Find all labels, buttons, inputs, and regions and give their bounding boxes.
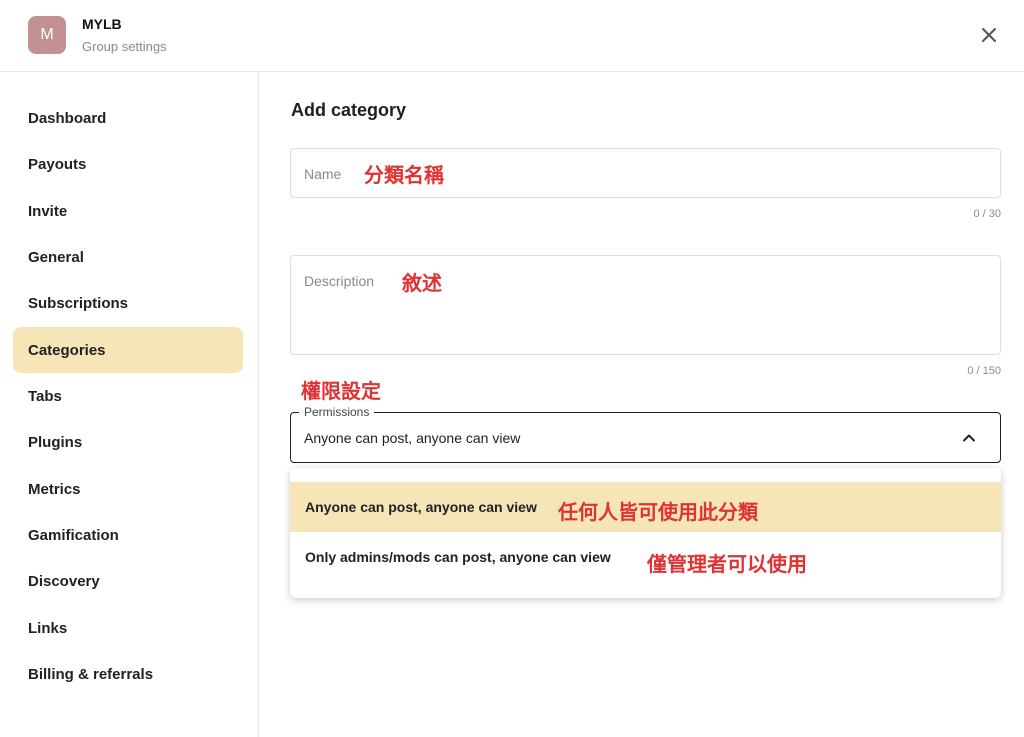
- sidebar-item-dashboard[interactable]: Dashboard: [13, 95, 243, 141]
- avatar: M: [28, 16, 66, 54]
- option-label: Only admins/mods can post, anyone can vi…: [305, 549, 611, 565]
- sidebar-item-subscriptions[interactable]: Subscriptions: [13, 280, 243, 326]
- option-label: Anyone can post, anyone can view: [305, 499, 537, 515]
- sidebar-item-metrics[interactable]: Metrics: [13, 466, 243, 512]
- sidebar-item-invite[interactable]: Invite: [13, 188, 243, 234]
- sidebar-item-categories[interactable]: Categories: [13, 327, 243, 373]
- permissions-selected-value: Anyone can post, anyone can view: [304, 430, 521, 446]
- main-content: Add category Name 分類名稱 0 / 30 Descriptio…: [260, 72, 1024, 737]
- description-field[interactable]: Description: [290, 255, 1001, 355]
- name-placeholder: Name: [304, 166, 342, 182]
- name-annotation: 分類名稱: [364, 163, 444, 187]
- description-placeholder: Description: [304, 273, 375, 289]
- permissions-option-admins[interactable]: Only admins/mods can post, anyone can vi…: [290, 532, 1001, 582]
- name-counter: 0 / 30: [973, 208, 1001, 220]
- sidebar-item-tabs[interactable]: Tabs: [13, 373, 243, 419]
- group-subtitle: Group settings: [82, 39, 167, 54]
- sidebar-item-billing-referrals[interactable]: Billing & referrals: [13, 651, 243, 697]
- header: M MYLB Group settings: [0, 0, 1024, 72]
- group-name: MYLB: [82, 16, 122, 32]
- sidebar-item-links[interactable]: Links: [13, 605, 243, 651]
- option-admins-annotation: 僅管理者可以使用: [647, 552, 807, 576]
- sidebar-item-payouts[interactable]: Payouts: [13, 141, 243, 187]
- permissions-select[interactable]: Permissions Anyone can post, anyone can …: [290, 405, 1001, 463]
- close-button[interactable]: [978, 24, 1000, 46]
- option-anyone-annotation: 任何人皆可使用此分類: [558, 500, 758, 524]
- page-title: Add category: [291, 100, 407, 120]
- description-annotation: 敘述: [402, 271, 442, 295]
- sidebar-item-general[interactable]: General: [13, 234, 243, 280]
- description-counter: 0 / 150: [967, 365, 1001, 377]
- sidebar: Dashboard Payouts Invite General Subscri…: [0, 72, 259, 737]
- sidebar-item-plugins[interactable]: Plugins: [13, 419, 243, 465]
- chevron-up-icon: [963, 434, 975, 442]
- permissions-legend: Permissions: [299, 405, 375, 419]
- sidebar-item-discovery[interactable]: Discovery: [13, 558, 243, 604]
- close-icon: [982, 28, 996, 42]
- permissions-annotation: 權限設定: [301, 379, 381, 403]
- sidebar-item-gamification[interactable]: Gamification: [13, 512, 243, 558]
- permissions-dropdown: Anyone can post, anyone can view Only ad…: [290, 468, 1001, 598]
